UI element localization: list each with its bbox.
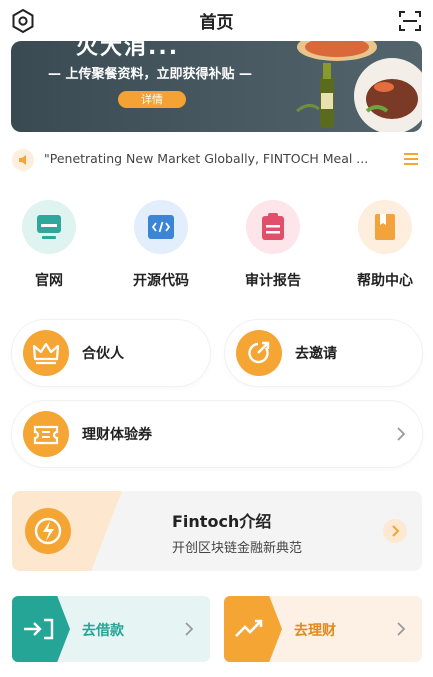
quick-link-website[interactable]: 官网 (17, 200, 81, 296)
page-title: 首页 (199, 13, 234, 33)
chevron-right-icon (397, 622, 406, 636)
menu-icon[interactable] (402, 150, 420, 168)
quick-link-label: 开源代码 (133, 273, 189, 289)
invest-label: 去理财 (294, 623, 336, 639)
quick-link-label: 帮助中心 (357, 273, 413, 289)
quick-link-label: 官网 (35, 273, 63, 289)
quick-link-source-code[interactable]: 开源代码 (129, 200, 193, 296)
banner-title: 火大消... (76, 41, 180, 60)
trend-up-icon (224, 596, 282, 662)
monitor-icon (22, 200, 76, 254)
lightning-logo-icon (25, 508, 71, 554)
invite-label: 去邀请 (295, 346, 337, 362)
login-arrow-icon (12, 596, 70, 662)
fintoch-intro-card[interactable]: Fintoch介绍 开创区块链金融新典范 (12, 491, 422, 571)
partner-button[interactable]: 合伙人 (12, 320, 210, 386)
ticket-icon (23, 411, 69, 457)
clipboard-icon (246, 200, 300, 254)
intro-subtitle: 开创区块链金融新典范 (172, 541, 303, 556)
intro-title: Fintoch介绍 (172, 512, 272, 531)
invite-button[interactable]: 去邀请 (225, 320, 422, 386)
quick-link-help-center[interactable]: 帮助中心 (353, 200, 417, 296)
invite-icon (236, 330, 282, 376)
code-icon (134, 200, 188, 254)
arrow-right-icon[interactable] (383, 519, 407, 543)
invest-card[interactable]: 去理财 (224, 596, 422, 662)
partner-label: 合伙人 (82, 346, 124, 362)
quick-link-audit-report[interactable]: 审计报告 (241, 200, 305, 296)
voucher-label: 理财体验券 (82, 427, 152, 443)
book-icon (358, 200, 412, 254)
speaker-icon (12, 149, 34, 171)
borrow-card[interactable]: 去借款 (12, 596, 210, 662)
voucher-button[interactable]: 理财体验券 (12, 401, 422, 467)
notice-bar[interactable]: "Penetrating New Market Globally, FINTOC… (12, 146, 422, 172)
borrow-label: 去借款 (82, 623, 124, 639)
chevron-right-icon (185, 622, 194, 636)
promo-banner[interactable]: 火大消... — 上传聚餐资料，立即获得补贴 — 详情 (11, 41, 422, 132)
notice-text: "Penetrating New Market Globally, FINTOC… (44, 151, 369, 166)
food-illustration (296, 41, 422, 132)
quick-link-label: 审计报告 (245, 273, 301, 289)
banner-details-button[interactable]: 详情 (118, 91, 186, 108)
banner-headline: — 上传聚餐资料，立即获得补贴 — (47, 67, 253, 82)
scan-icon[interactable] (397, 8, 423, 34)
crown-icon (23, 330, 69, 376)
top-header: 首页 (0, 0, 433, 40)
chevron-right-icon (397, 427, 406, 441)
